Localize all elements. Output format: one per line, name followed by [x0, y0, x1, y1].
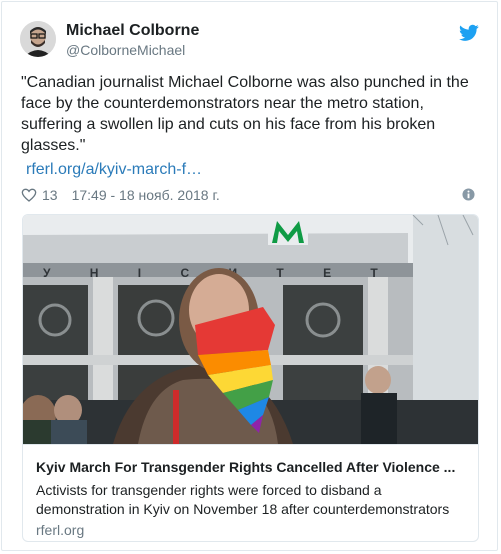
- card-title[interactable]: Kyiv March For Transgender Rights Cancel…: [36, 459, 466, 475]
- tweet-embed: Michael Colborne @ColborneMichael "Canad…: [1, 1, 498, 551]
- heart-icon[interactable]: [21, 188, 37, 202]
- info-icon[interactable]: [462, 188, 475, 201]
- card-domain[interactable]: rferl.org: [36, 522, 84, 538]
- avatar[interactable]: [20, 21, 56, 57]
- tweet-text: "Canadian journalist Michael Colborne wa…: [21, 74, 469, 154]
- tweet-meta: 13 17:49 - 18 нояб. 2018 г.: [21, 187, 220, 203]
- tweet-link[interactable]: rferl.org/a/kyiv-march-f…: [26, 161, 202, 179]
- card-image[interactable]: У Н І С И Т Е Т: [23, 215, 479, 444]
- like-count[interactable]: 13: [42, 187, 58, 203]
- link-card[interactable]: У Н І С И Т Е Т Kyiv March For Transgend…: [22, 214, 479, 542]
- author-name[interactable]: Michael Colborne: [66, 22, 199, 40]
- twitter-bird-icon[interactable]: [459, 24, 479, 42]
- card-body[interactable]: Kyiv March For Transgender Rights Cancel…: [23, 444, 478, 541]
- author-handle[interactable]: @ColborneMichael: [66, 42, 185, 58]
- timestamp[interactable]: 17:49 - 18 нояб. 2018 г.: [72, 187, 220, 203]
- card-description: Activists for transgender rights were fo…: [36, 482, 450, 517]
- metro-logo: [268, 215, 308, 245]
